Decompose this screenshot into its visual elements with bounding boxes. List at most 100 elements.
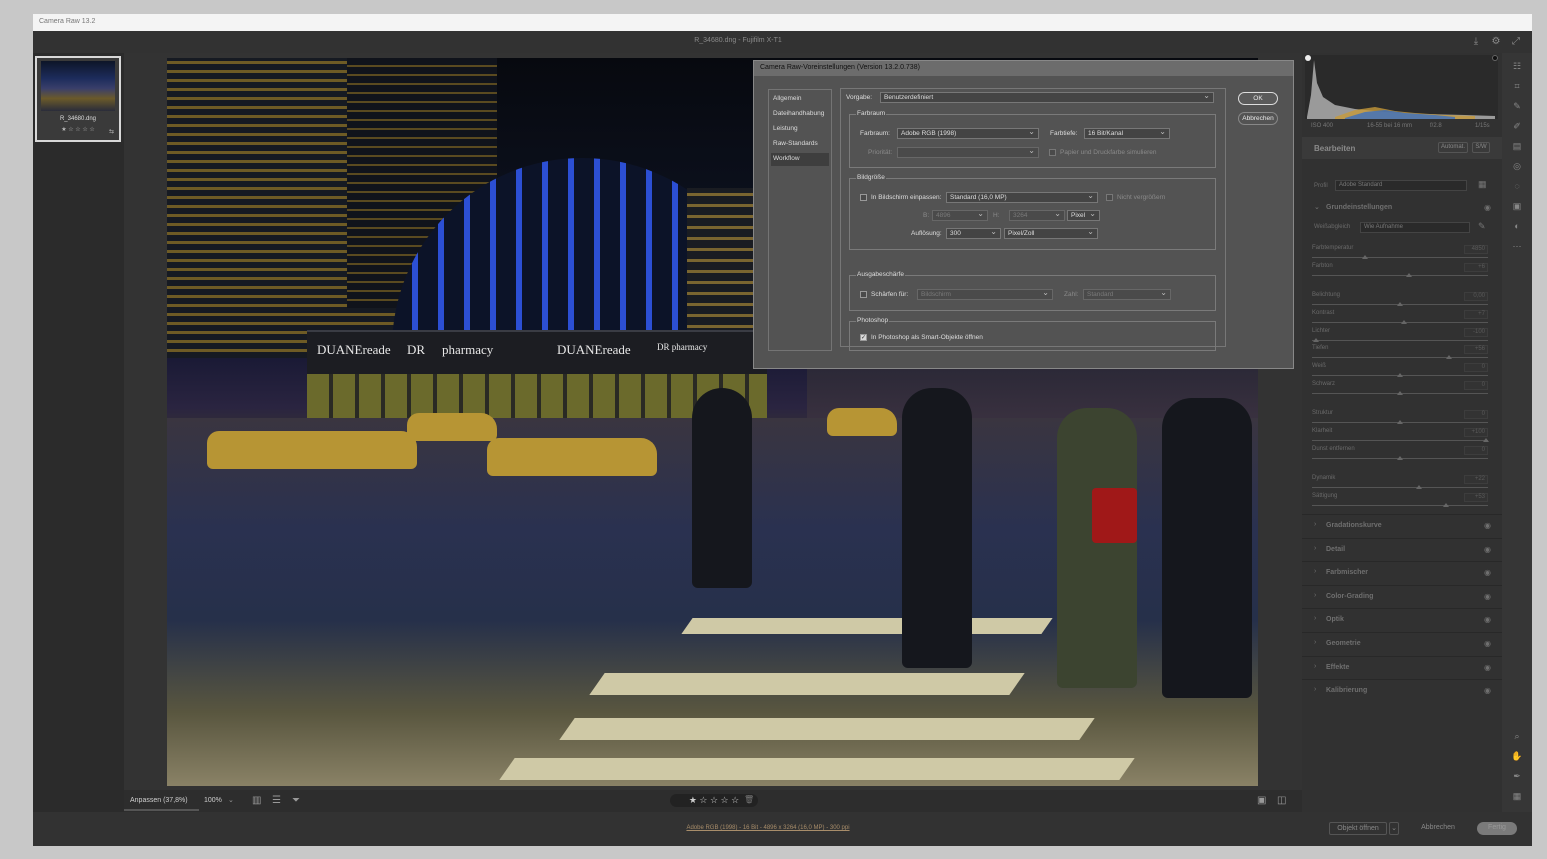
basic-section-title[interactable]: Grundeinstellungen [1326,204,1392,211]
cancel-button[interactable]: Abbrechen [1413,822,1463,835]
hand-icon[interactable]: ✋ [1511,751,1523,763]
simulate-checkbox[interactable] [1049,149,1056,156]
redeye-icon[interactable]: ◌ [1511,181,1523,193]
profile-browser-icon[interactable]: ▦ [1478,179,1487,190]
more-icon[interactable]: ⋯ [1511,241,1523,253]
zoom-icon[interactable]: ⌕ [1511,731,1523,743]
eye-icon[interactable]: ◉ [1484,568,1491,577]
chevron-right-icon[interactable]: › [1314,615,1316,622]
slider-value[interactable]: -100 [1464,328,1488,337]
slider-row[interactable]: Struktur 0 [1312,410,1490,427]
eye-icon[interactable]: ◉ [1484,615,1491,624]
wb-select[interactable]: Wie Aufnahme [1360,222,1470,233]
sharpen-select[interactable]: Bildschirm [917,288,1053,300]
presets-icon[interactable]: ◐ [1511,221,1523,233]
filmstrip-thumbnail[interactable]: R_34680.dng ★ ☆ ☆ ☆ ☆ ⇆ [35,56,121,142]
slider-value[interactable]: +56 [1464,345,1488,354]
chevron-right-icon[interactable]: › [1314,521,1316,528]
slider-value[interactable]: 0 [1464,446,1488,455]
slider-value[interactable]: 0 [1464,363,1488,372]
panel-section-title[interactable]: Effekte [1326,664,1349,671]
panel-section[interactable]: › Color-Grading ◉ [1302,584,1502,608]
slider-value[interactable]: +53 [1464,493,1488,502]
depth-select[interactable]: 16 Bit/Kanal [1084,127,1170,139]
eye-icon[interactable]: ◉ [1484,592,1491,601]
auto-button[interactable]: Automat. [1438,142,1468,153]
panel-section[interactable]: › Farbmischer ◉ [1302,561,1502,584]
slider-value[interactable]: +100 [1464,428,1488,437]
chevron-right-icon[interactable]: › [1314,639,1316,646]
eye-icon[interactable]: ◉ [1484,545,1491,554]
slider-knob[interactable] [1397,373,1403,377]
eye-icon[interactable]: ◉ [1484,521,1491,530]
eye-icon[interactable]: ◉ [1484,686,1491,695]
slider-value[interactable]: 0 [1464,381,1488,390]
slider-knob[interactable] [1397,456,1403,460]
panel-section[interactable]: › Gradationskurve ◉ [1302,514,1502,537]
slider-row[interactable]: Lichter -100 [1312,328,1490,345]
colorspace-select[interactable]: Adobe RGB (1998) [897,127,1039,139]
grid-icon[interactable]: ▦ [1511,791,1523,803]
radial-icon[interactable]: ◎ [1511,161,1523,173]
filter-icon[interactable]: ⏷ [292,795,300,806]
no-enlarge-checkbox[interactable] [1106,194,1113,201]
panel-section[interactable]: › Kalibrierung ◉ [1302,679,1502,702]
slider-track[interactable] [1312,487,1488,488]
fit-checkbox[interactable] [860,194,867,201]
highlight-clipping-icon[interactable] [1492,55,1498,61]
panel-section-title[interactable]: Geometrie [1326,640,1361,647]
dialog-cancel-button[interactable]: Abbrechen [1238,112,1278,125]
slider-value[interactable]: 4850 [1464,245,1488,254]
eye-icon[interactable]: ◉ [1484,639,1491,648]
slider-row[interactable]: Dunst entfernen 0 [1312,446,1490,463]
slider-value[interactable]: +7 [1464,310,1488,319]
panel-section-title[interactable]: Detail [1326,546,1345,553]
chevron-right-icon[interactable]: › [1314,686,1316,693]
priority-select[interactable] [897,146,1039,158]
slider-track[interactable] [1312,340,1488,341]
chevron-down-icon[interactable]: ⌄ [228,796,234,804]
filmstrip-toggle-icon[interactable]: ▥ [252,795,261,806]
color-sampler-icon[interactable]: ✒ [1511,771,1523,783]
chevron-right-icon[interactable]: › [1314,663,1316,670]
chevron-right-icon[interactable]: › [1314,568,1316,575]
panel-section[interactable]: › Optik ◉ [1302,608,1502,631]
slider-knob[interactable] [1405,273,1412,277]
compare-view-icon[interactable]: ◫ [1277,795,1286,806]
eyedropper-icon[interactable]: ✎ [1478,221,1486,232]
save-icon[interactable]: ⤓ [1470,36,1482,48]
amount-select[interactable]: Standard [1083,288,1171,300]
slider-track[interactable] [1312,275,1488,276]
shadow-clipping-icon[interactable] [1305,55,1311,61]
slider-row[interactable]: Farbton +6 [1312,263,1490,280]
zoom-fit-label[interactable]: Anpassen (37,8%) [130,797,188,804]
slider-knob[interactable] [1361,255,1368,259]
slider-track[interactable] [1312,357,1488,358]
panel-section-title[interactable]: Optik [1326,616,1344,623]
chevron-right-icon[interactable]: › [1314,592,1316,599]
chevron-down-icon[interactable]: ⌄ [1314,203,1320,211]
slider-track[interactable] [1312,440,1488,441]
open-options-icon[interactable]: ⌄ [1389,822,1399,835]
crop-icon[interactable]: ⌗ [1511,81,1523,93]
panel-section[interactable]: › Effekte ◉ [1302,655,1502,679]
width-input[interactable]: 4896 [932,209,988,221]
sort-icon[interactable]: ☰ [272,795,281,806]
panel-section-title[interactable]: Gradationskurve [1326,522,1382,529]
unit-select[interactable]: Pixel [1067,209,1100,221]
fullscreen-icon[interactable]: ⤢ [1510,36,1522,48]
dialog-nav-item[interactable]: Workflow [771,153,829,166]
slider-value[interactable]: +6 [1464,263,1488,272]
slider-knob[interactable] [1397,391,1403,395]
healing-icon[interactable]: ✎ [1511,101,1523,113]
brush-icon[interactable]: ✐ [1511,121,1523,133]
ok-button[interactable]: OK [1238,92,1278,105]
single-view-icon[interactable]: ▣ [1257,795,1266,806]
chevron-right-icon[interactable]: › [1314,545,1316,552]
panel-section-title[interactable]: Color-Grading [1326,593,1373,600]
bw-button[interactable]: S/W [1472,142,1490,153]
slider-value[interactable]: +22 [1464,475,1488,484]
slider-row[interactable]: Schwarz 0 [1312,381,1490,398]
sharpen-checkbox[interactable] [860,291,867,298]
slider-row[interactable]: Kontrast +7 [1312,310,1490,327]
